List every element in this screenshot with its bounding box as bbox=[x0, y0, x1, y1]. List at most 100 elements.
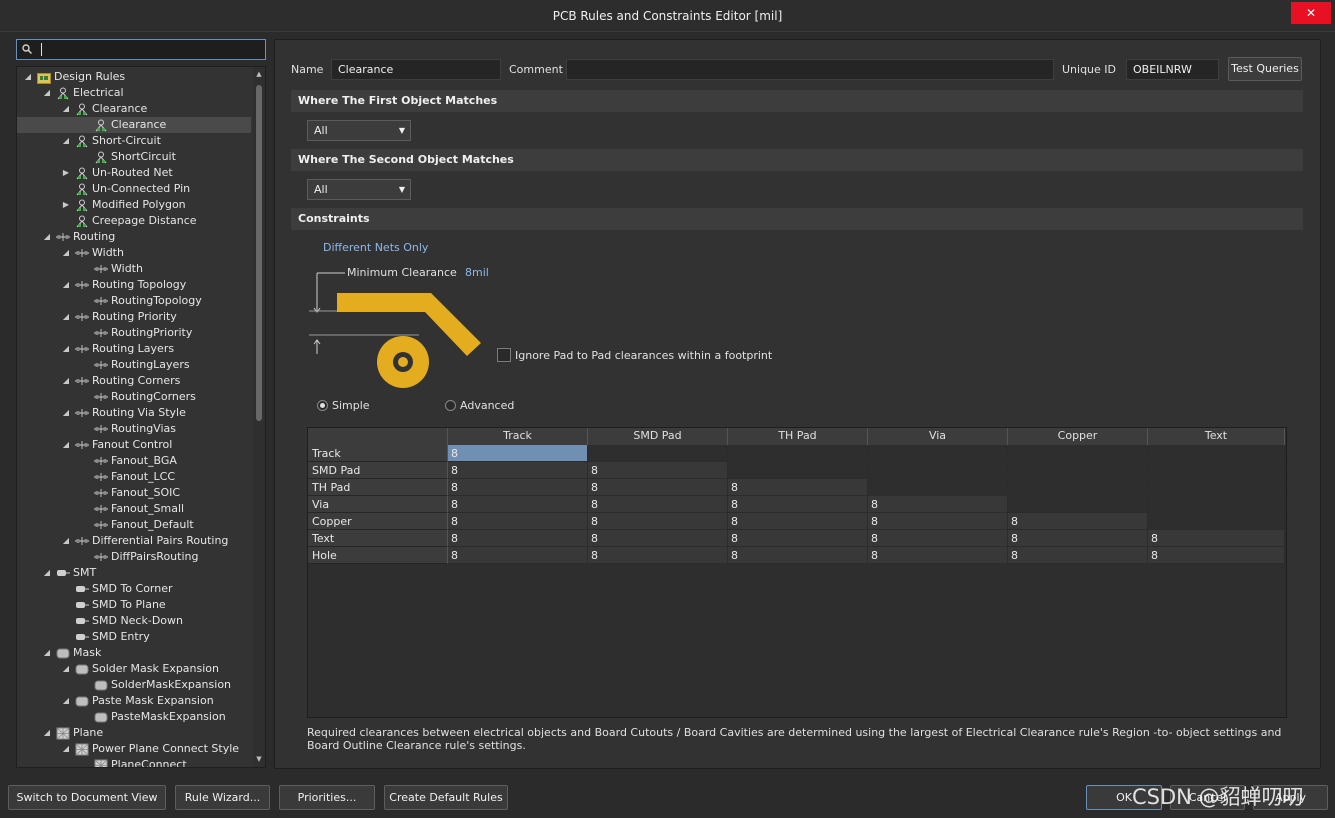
matrix-cell[interactable]: 8 bbox=[868, 547, 1008, 564]
expanded-arrow-icon[interactable]: ◢ bbox=[61, 693, 71, 709]
tree-item[interactable]: ◢ Paste Mask Expansion bbox=[17, 693, 251, 709]
tree-item[interactable]: SMD Neck-Down bbox=[17, 613, 251, 629]
tree-item[interactable]: Fanout_Default bbox=[17, 517, 251, 533]
name-field[interactable]: Clearance bbox=[331, 59, 501, 80]
expanded-arrow-icon[interactable]: ◢ bbox=[61, 341, 71, 357]
rule-wizard-button[interactable]: Rule Wizard... bbox=[175, 785, 270, 810]
scroll-thumb[interactable] bbox=[256, 85, 262, 421]
expanded-arrow-icon[interactable]: ◢ bbox=[61, 437, 71, 453]
tree-item[interactable]: ◢ Short-Circuit bbox=[17, 133, 251, 149]
matrix-cell[interactable]: 8 bbox=[588, 513, 728, 530]
tree-item[interactable]: Fanout_SOIC bbox=[17, 485, 251, 501]
collapsed-arrow-icon[interactable]: ▶ bbox=[61, 165, 71, 181]
tree-item[interactable]: ◢ Fanout Control bbox=[17, 437, 251, 453]
matrix-cell[interactable]: 8 bbox=[868, 513, 1008, 530]
matrix-cell[interactable]: 8 bbox=[1148, 530, 1285, 547]
expanded-arrow-icon[interactable]: ◢ bbox=[61, 245, 71, 261]
expanded-arrow-icon[interactable]: ◢ bbox=[61, 277, 71, 293]
matrix-cell[interactable]: 8 bbox=[448, 513, 588, 530]
switch-to-document-view-button[interactable]: Switch to Document View bbox=[8, 785, 166, 810]
simple-radio[interactable] bbox=[317, 400, 328, 411]
expanded-arrow-icon[interactable]: ◢ bbox=[61, 101, 71, 117]
tree-item[interactable]: ◢ Width bbox=[17, 245, 251, 261]
expanded-arrow-icon[interactable]: ◢ bbox=[42, 725, 52, 741]
tree-item[interactable]: RoutingPriority bbox=[17, 325, 251, 341]
expanded-arrow-icon[interactable]: ◢ bbox=[42, 565, 52, 581]
tree-item[interactable]: ▶ Un-Routed Net bbox=[17, 165, 251, 181]
matrix-cell[interactable]: 8 bbox=[728, 496, 868, 513]
create-default-rules-button[interactable]: Create Default Rules bbox=[384, 785, 508, 810]
expanded-arrow-icon[interactable]: ◢ bbox=[61, 741, 71, 757]
matrix-cell[interactable]: 8 bbox=[1148, 547, 1285, 564]
matrix-cell[interactable]: 8 bbox=[448, 547, 588, 564]
tree-item[interactable]: ◢ Differential Pairs Routing bbox=[17, 533, 251, 549]
tree-item[interactable]: RoutingVias bbox=[17, 421, 251, 437]
first-object-dropdown[interactable]: All ▼ bbox=[307, 120, 411, 141]
tree-item[interactable]: ◢ Routing bbox=[17, 229, 251, 245]
tree-item[interactable]: PlaneConnect bbox=[17, 757, 251, 767]
tree-item[interactable]: ◢ Design Rules bbox=[17, 69, 251, 85]
comment-field[interactable] bbox=[566, 59, 1054, 80]
matrix-cell[interactable]: 8 bbox=[1008, 530, 1148, 547]
tree-item[interactable]: SolderMaskExpansion bbox=[17, 677, 251, 693]
expanded-arrow-icon[interactable]: ◢ bbox=[61, 405, 71, 421]
expanded-arrow-icon[interactable]: ◢ bbox=[42, 229, 52, 245]
expanded-arrow-icon[interactable]: ◢ bbox=[61, 373, 71, 389]
test-queries-button[interactable]: Test Queries bbox=[1228, 57, 1302, 81]
matrix-cell[interactable]: 8 bbox=[728, 513, 868, 530]
tree-item[interactable]: ◢ Clearance bbox=[17, 101, 251, 117]
matrix-cell[interactable]: 8 bbox=[868, 530, 1008, 547]
expanded-arrow-icon[interactable]: ◢ bbox=[61, 661, 71, 677]
scroll-down-icon[interactable]: ▼ bbox=[255, 755, 263, 763]
matrix-cell[interactable]: 8 bbox=[588, 496, 728, 513]
tree-item[interactable]: SMD To Plane bbox=[17, 597, 251, 613]
matrix-cell[interactable]: 8 bbox=[1008, 513, 1148, 530]
tree-item[interactable]: ShortCircuit bbox=[17, 149, 251, 165]
tree-item[interactable]: RoutingLayers bbox=[17, 357, 251, 373]
tree-item[interactable]: Width bbox=[17, 261, 251, 277]
tree-item[interactable]: ◢ Plane bbox=[17, 725, 251, 741]
matrix-cell[interactable]: 8 bbox=[448, 479, 588, 496]
matrix-cell[interactable]: 8 bbox=[588, 547, 728, 564]
tree-item[interactable]: ◢ Electrical bbox=[17, 85, 251, 101]
tree-item[interactable]: Fanout_Small bbox=[17, 501, 251, 517]
tree-scrollbar[interactable]: ▲ ▼ bbox=[253, 67, 265, 767]
tree-item[interactable]: ◢ Solder Mask Expansion bbox=[17, 661, 251, 677]
expanded-arrow-icon[interactable]: ◢ bbox=[61, 133, 71, 149]
priorities-button[interactable]: Priorities... bbox=[279, 785, 375, 810]
tree-item[interactable]: ◢ Routing Via Style bbox=[17, 405, 251, 421]
second-object-dropdown[interactable]: All ▼ bbox=[307, 179, 411, 200]
unique-id-field[interactable]: OBEILNRW bbox=[1126, 59, 1219, 80]
tree-item[interactable]: DiffPairsRouting bbox=[17, 549, 251, 565]
expanded-arrow-icon[interactable]: ◢ bbox=[61, 533, 71, 549]
tree-item[interactable]: ◢ SMT bbox=[17, 565, 251, 581]
tree-item[interactable]: ◢ Mask bbox=[17, 645, 251, 661]
matrix-cell[interactable]: 8 bbox=[728, 530, 868, 547]
tree-item[interactable]: PasteMaskExpansion bbox=[17, 709, 251, 725]
rules-tree[interactable]: ◢ Design Rules ◢ Electrical ◢ Clearance Cleara… bbox=[16, 66, 266, 768]
tree-item[interactable]: ◢ Routing Corners bbox=[17, 373, 251, 389]
tree-item[interactable]: Un-Connected Pin bbox=[17, 181, 251, 197]
tree-item[interactable]: ◢ Routing Topology bbox=[17, 277, 251, 293]
expanded-arrow-icon[interactable]: ◢ bbox=[23, 69, 33, 85]
ignore-pad-checkbox[interactable] bbox=[497, 348, 511, 362]
search-input[interactable] bbox=[16, 39, 266, 60]
expanded-arrow-icon[interactable]: ◢ bbox=[61, 309, 71, 325]
matrix-cell[interactable]: 8 bbox=[448, 530, 588, 547]
matrix-cell[interactable]: 8 bbox=[728, 547, 868, 564]
matrix-cell[interactable]: 8 bbox=[448, 462, 588, 479]
expanded-arrow-icon[interactable]: ◢ bbox=[42, 85, 52, 101]
matrix-cell[interactable]: 8 bbox=[448, 496, 588, 513]
tree-item[interactable]: SMD To Corner bbox=[17, 581, 251, 597]
clearance-matrix[interactable]: Track SMD Pad TH Pad Via Copper Text Track 8 SMD… bbox=[307, 427, 1287, 718]
tree-item[interactable]: ◢ Routing Layers bbox=[17, 341, 251, 357]
tree-item[interactable]: ◢ Routing Priority bbox=[17, 309, 251, 325]
matrix-cell[interactable]: 8 bbox=[588, 530, 728, 547]
matrix-cell[interactable]: 8 bbox=[588, 479, 728, 496]
tree-item[interactable]: SMD Entry bbox=[17, 629, 251, 645]
tree-item[interactable]: RoutingCorners bbox=[17, 389, 251, 405]
tree-item[interactable]: Fanout_BGA bbox=[17, 453, 251, 469]
matrix-cell[interactable]: 8 bbox=[868, 496, 1008, 513]
tree-item[interactable]: ▶ Modified Polygon bbox=[17, 197, 251, 213]
expanded-arrow-icon[interactable]: ◢ bbox=[42, 645, 52, 661]
